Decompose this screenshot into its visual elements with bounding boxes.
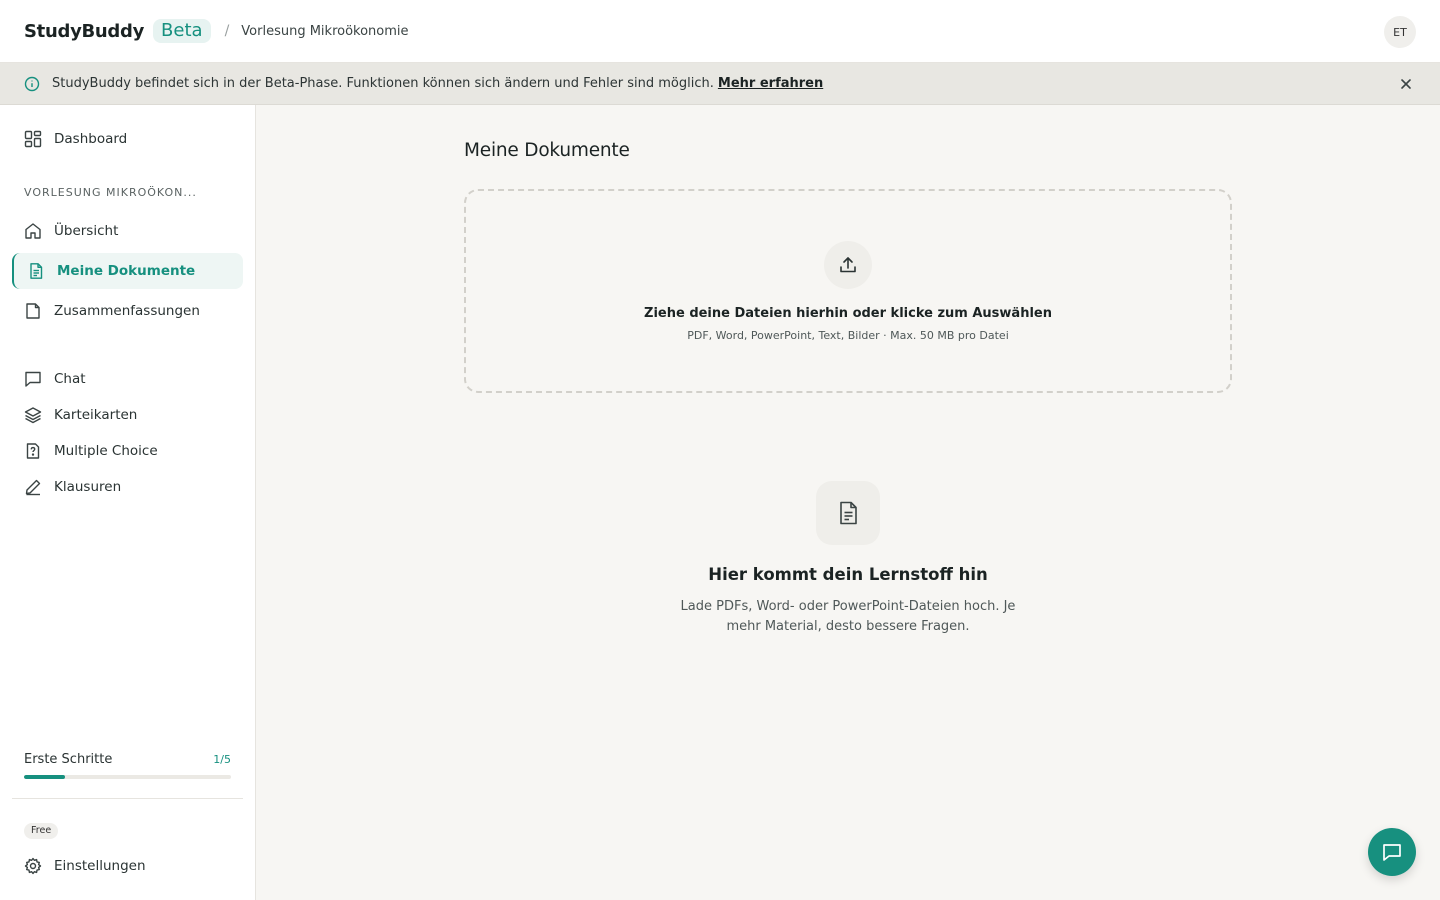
page-title: Meine Dokumente <box>464 140 630 161</box>
empty-state-title: Hier kommt dein Lernstoff hin <box>708 565 988 584</box>
sidebar-item-label: Meine Dokumente <box>57 263 196 279</box>
dropzone-title: Ziehe deine Dateien hierhin oder klicke … <box>644 306 1052 321</box>
info-icon <box>24 76 40 92</box>
sidebar-item-chat[interactable]: Chat <box>12 361 243 397</box>
banner-learn-more-link[interactable]: Mehr erfahren <box>718 76 823 91</box>
layers-icon <box>24 406 42 424</box>
user-avatar[interactable]: ET <box>1384 16 1416 48</box>
beta-badge: Beta <box>153 19 211 43</box>
sidebar-item-summaries[interactable]: Zusammenfassungen <box>12 293 243 329</box>
sidebar-item-exams[interactable]: Klausuren <box>12 469 243 505</box>
sidebar-item-label: Multiple Choice <box>54 443 158 459</box>
sidebar-item-label: Übersicht <box>54 223 119 239</box>
question-file-icon <box>24 442 42 460</box>
empty-state-text: Lade PDFs, Word- oder PowerPoint-Dateien… <box>680 599 1016 634</box>
sidebar-item-multiple-choice[interactable]: Multiple Choice <box>12 433 243 469</box>
document-icon <box>27 262 45 280</box>
sidebar-item-label: Zusammenfassungen <box>54 303 200 319</box>
home-icon <box>24 222 42 240</box>
beta-banner: StudyBuddy befindet sich in der Beta-Pha… <box>0 63 1440 105</box>
sidebar-item-overview[interactable]: Übersicht <box>12 213 243 249</box>
sidebar-item-label: Karteikarten <box>54 407 138 423</box>
empty-document-icon <box>816 481 880 545</box>
file-dropzone[interactable]: Ziehe deine Dateien hierhin oder klicke … <box>464 189 1232 393</box>
file-icon <box>24 302 42 320</box>
grid-icon <box>24 130 42 148</box>
sidebar-divider <box>12 798 243 799</box>
banner-text: StudyBuddy befindet sich in der Beta-Pha… <box>52 76 714 91</box>
sidebar-item-label: Chat <box>54 371 86 387</box>
chat-fab-button[interactable] <box>1368 828 1416 876</box>
close-icon[interactable] <box>1398 76 1414 92</box>
sidebar-item-flashcards[interactable]: Karteikarten <box>12 397 243 433</box>
gear-icon <box>24 857 42 875</box>
brand-logo[interactable]: StudyBuddy <box>24 21 144 42</box>
sidebar-item-documents[interactable]: Meine Dokumente <box>12 253 243 289</box>
onboarding-progress[interactable]: Erste Schritte 1/5 <box>24 752 231 779</box>
pencil-icon <box>24 478 42 496</box>
course-section-label: VORLESUNG MIKROÖKON... <box>24 186 197 199</box>
chat-icon <box>24 370 42 388</box>
sidebar-item-label: Einstellungen <box>54 858 146 874</box>
progress-bar-fill <box>24 775 66 779</box>
progress-count: 1/5 <box>213 753 231 766</box>
sidebar: Dashboard VORLESUNG MIKROÖKON... Übersic… <box>0 105 256 900</box>
sidebar-item-settings[interactable]: Einstellungen <box>12 848 243 884</box>
plan-badge: Free <box>24 823 59 839</box>
chat-icon <box>1381 841 1403 863</box>
dropzone-subtitle: PDF, Word, PowerPoint, Text, Bilder · Ma… <box>687 329 1009 342</box>
breadcrumb-course[interactable]: Vorlesung Mikroökonomie <box>241 24 408 39</box>
progress-label: Erste Schritte <box>24 752 113 767</box>
top-bar: StudyBuddy Beta / Vorlesung Mikroökonomi… <box>0 0 1440 63</box>
sidebar-item-label: Dashboard <box>54 131 128 147</box>
progress-bar <box>24 775 231 779</box>
breadcrumb-separator: / <box>224 23 230 39</box>
upload-icon <box>824 241 872 289</box>
sidebar-item-dashboard[interactable]: Dashboard <box>12 121 243 157</box>
sidebar-item-label: Klausuren <box>54 479 122 495</box>
